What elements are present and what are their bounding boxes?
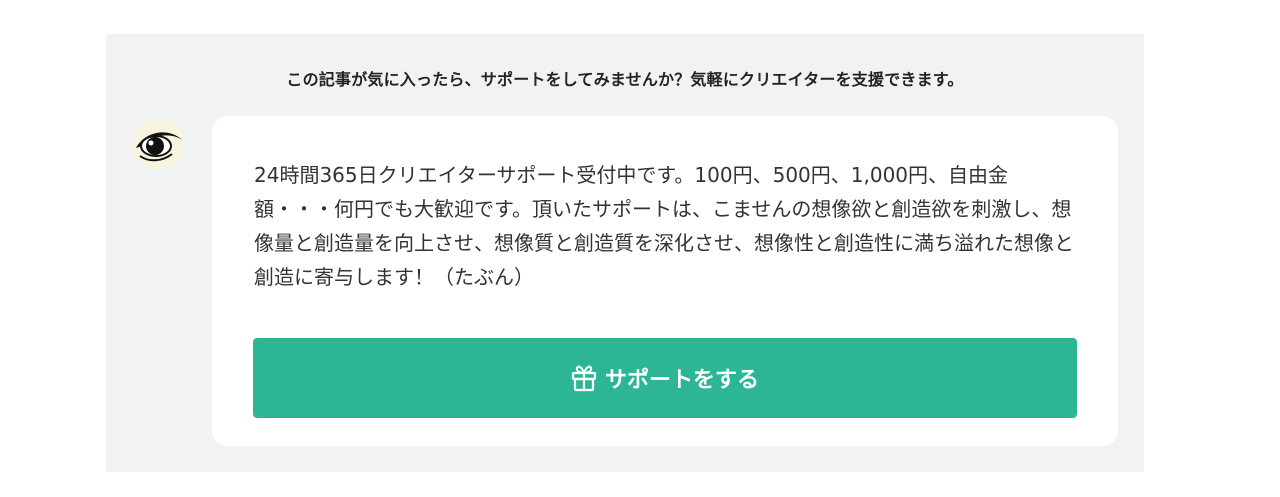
gift-icon	[571, 364, 597, 392]
support-button-label: サポートをする	[604, 368, 759, 393]
support-panel: この記事が気に入ったら、サポートをしてみませんか？気軽にクリエイターを支援できま…	[106, 34, 1144, 472]
support-button[interactable]: サポートをする	[253, 338, 1077, 418]
support-card: 24時間365日クリエイターサポート受付中です。100円、500円、1,000円…	[212, 116, 1118, 446]
support-lead-text: この記事が気に入ったら、サポートをしてみませんか？気軽にクリエイターを支援できま…	[286, 70, 964, 89]
support-message: 24時間365日クリエイターサポート受付中です。100円、500円、1,000円…	[254, 163, 1074, 289]
eye-icon	[132, 118, 184, 170]
creator-avatar[interactable]	[132, 118, 184, 170]
